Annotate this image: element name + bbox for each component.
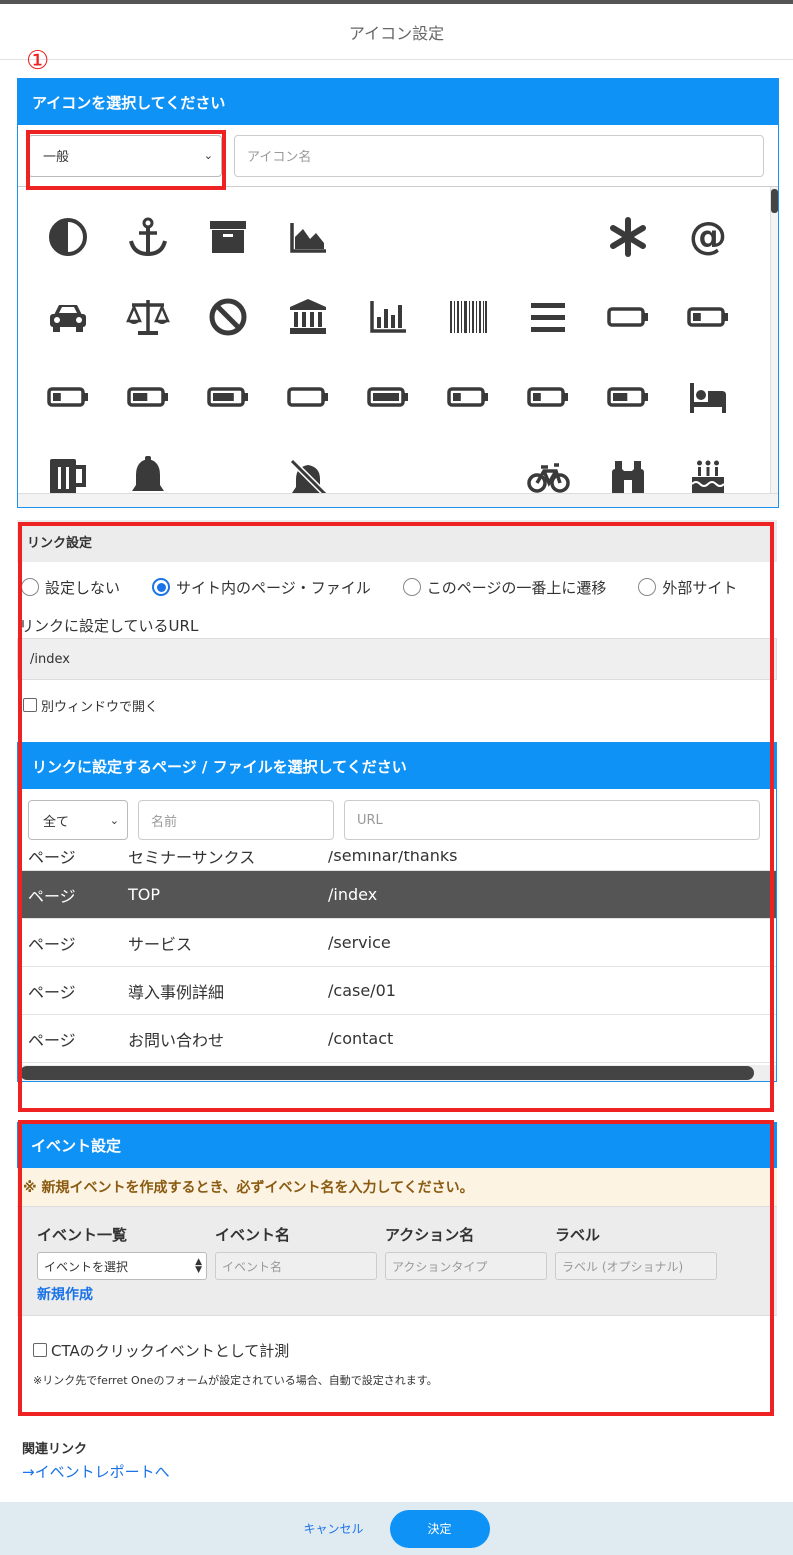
balance-scale-icon[interactable]: [108, 287, 188, 367]
anchor-icon[interactable]: [108, 207, 188, 287]
icon-name-search-input[interactable]: アイコン名: [234, 134, 764, 177]
birthday-cake-icon[interactable]: [668, 447, 748, 493]
bank-icon[interactable]: [268, 287, 348, 367]
bars-icon[interactable]: [508, 287, 588, 367]
empty-icon-cell: [508, 207, 588, 287]
modal-title: アイコン設定: [0, 4, 793, 60]
asterisk-icon[interactable]: [588, 207, 668, 287]
bed-icon[interactable]: [668, 367, 748, 447]
battery-half-icon[interactable]: [108, 367, 188, 447]
empty-icon-cell: [428, 447, 508, 493]
icon-grid: @: [18, 187, 778, 493]
icon-grid-vscroll[interactable]: [770, 187, 778, 493]
empty-icon-cell: [188, 447, 268, 493]
highlight-box-two: [18, 522, 774, 1112]
battery-empty-icon[interactable]: [268, 367, 348, 447]
beer-icon[interactable]: [28, 447, 108, 493]
ban-icon[interactable]: [188, 287, 268, 367]
ok-button[interactable]: 決定: [389, 1509, 490, 1548]
battery-half-icon[interactable]: [588, 367, 668, 447]
area-chart-icon[interactable]: [268, 207, 348, 287]
cancel-button[interactable]: キャンセル: [303, 1520, 363, 1537]
bicycle-icon[interactable]: [508, 447, 588, 493]
battery-quarter-icon[interactable]: [428, 367, 508, 447]
at-icon[interactable]: @: [668, 207, 748, 287]
icon-row: [28, 287, 768, 367]
empty-icon-cell: [348, 447, 428, 493]
bell-slash-icon[interactable]: [268, 447, 348, 493]
battery-empty-icon[interactable]: [588, 287, 668, 367]
icon-row: [28, 447, 768, 493]
vscroll-thumb[interactable]: [771, 189, 778, 213]
empty-icon-cell: [348, 207, 428, 287]
icon-panel-header: アイコンを選択してください: [18, 79, 778, 125]
battery-full-icon[interactable]: [348, 367, 428, 447]
battery-quarter-icon[interactable]: [28, 367, 108, 447]
battery-three-quarters-icon[interactable]: [188, 367, 268, 447]
battery-quarter-icon[interactable]: [508, 367, 588, 447]
icon-row: @: [28, 207, 768, 287]
related-title: 関連リンク: [22, 1442, 88, 1457]
car-icon[interactable]: [28, 287, 108, 367]
binoculars-icon[interactable]: [588, 447, 668, 493]
bar-chart-icon[interactable]: [348, 287, 428, 367]
icon-grid-hscroll[interactable]: [18, 493, 778, 507]
barcode-icon[interactable]: [428, 287, 508, 367]
highlight-box-one: [26, 130, 226, 190]
empty-icon-cell: [428, 207, 508, 287]
icon-row: [28, 367, 768, 447]
archive-icon[interactable]: [188, 207, 268, 287]
modal-footer: キャンセル 決定: [0, 1502, 793, 1555]
highlight-box-three: [18, 1120, 774, 1416]
related-links: 関連リンク →イベントレポートへ: [22, 1438, 170, 1484]
bell-icon[interactable]: [108, 447, 188, 493]
battery-quarter-icon[interactable]: [668, 287, 748, 367]
adjust-icon[interactable]: [28, 207, 108, 287]
marker-one: ①: [26, 46, 50, 76]
svg-text:@: @: [689, 215, 727, 258]
event-report-link[interactable]: →イベントレポートへ: [22, 1458, 170, 1484]
